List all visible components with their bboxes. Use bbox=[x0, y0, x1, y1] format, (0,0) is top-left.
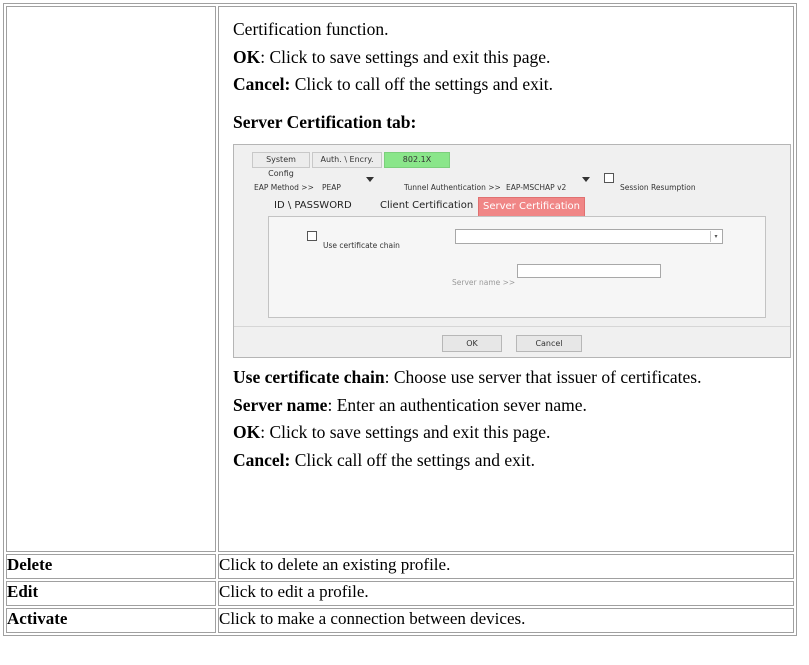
session-resumption-label: Session Resumption bbox=[620, 183, 696, 192]
table-row: Certification function. OK: Click to sav… bbox=[6, 6, 794, 552]
table-row: Delete Click to delete an existing profi… bbox=[6, 554, 794, 579]
chevron-down-icon: ▾ bbox=[710, 231, 721, 242]
cancel-button: Cancel bbox=[516, 335, 582, 352]
ok-description: OK: Click to save settings and exit this… bbox=[233, 422, 551, 442]
empty-label-cell bbox=[6, 6, 216, 552]
server-certification-screenshot: System Config Auth. \ Encry. 802.1X EAP … bbox=[233, 144, 791, 358]
edit-description: Click to edit a profile. bbox=[218, 581, 794, 606]
use-cert-chain-checkbox bbox=[307, 231, 317, 241]
cancel-description: Cancel: Click call off the settings and … bbox=[233, 449, 535, 470]
tab-system-config: System Config bbox=[252, 152, 310, 178]
ok-button: OK bbox=[442, 335, 502, 352]
certificate-chain-dropdown: ▾ bbox=[455, 229, 723, 244]
chevron-down-icon bbox=[366, 177, 374, 182]
divider bbox=[234, 326, 790, 327]
chevron-down-icon bbox=[582, 177, 590, 182]
server-name-field bbox=[517, 264, 661, 278]
server-name-label: Server name >> bbox=[452, 278, 516, 287]
tab-auth-encry: Auth. \ Encry. bbox=[312, 152, 382, 168]
activate-description: Click to make a connection between devic… bbox=[218, 608, 794, 633]
ok-description: OK: Click to save settings and exit this… bbox=[233, 46, 551, 67]
delete-label: Delete bbox=[6, 554, 216, 579]
intro-line: Certification function. bbox=[233, 19, 389, 39]
edit-label: Edit bbox=[6, 581, 216, 606]
activate-label: Activate bbox=[6, 608, 216, 633]
table-row: Edit Click to edit a profile. bbox=[6, 581, 794, 606]
use-cert-chain-description: Use certificate chain: Choose use server… bbox=[233, 367, 702, 387]
table-row: Activate Click to make a connection betw… bbox=[6, 608, 794, 633]
subtab-server-certification: Server Certification bbox=[478, 197, 585, 217]
subtab-id-password: ID \ PASSWORD bbox=[274, 200, 352, 211]
session-resumption-checkbox bbox=[604, 173, 614, 183]
server-name-description: Server name: Enter an authentication sev… bbox=[233, 394, 587, 415]
subtab-client-certification: Client Certification bbox=[380, 200, 474, 211]
use-cert-chain-label: Use certificate chain bbox=[323, 241, 400, 250]
tab-8021x: 802.1X bbox=[384, 152, 450, 168]
description-table: Certification function. OK: Click to sav… bbox=[3, 3, 797, 636]
description-cell: Certification function. OK: Click to sav… bbox=[218, 6, 794, 552]
delete-description: Click to delete an existing profile. bbox=[218, 554, 794, 579]
cancel-description: Cancel: Click to call off the settings a… bbox=[233, 74, 553, 94]
server-certification-panel: Use certificate chain ▾ Server name >> bbox=[268, 216, 766, 318]
section-heading: Server Certification tab: bbox=[233, 111, 417, 132]
